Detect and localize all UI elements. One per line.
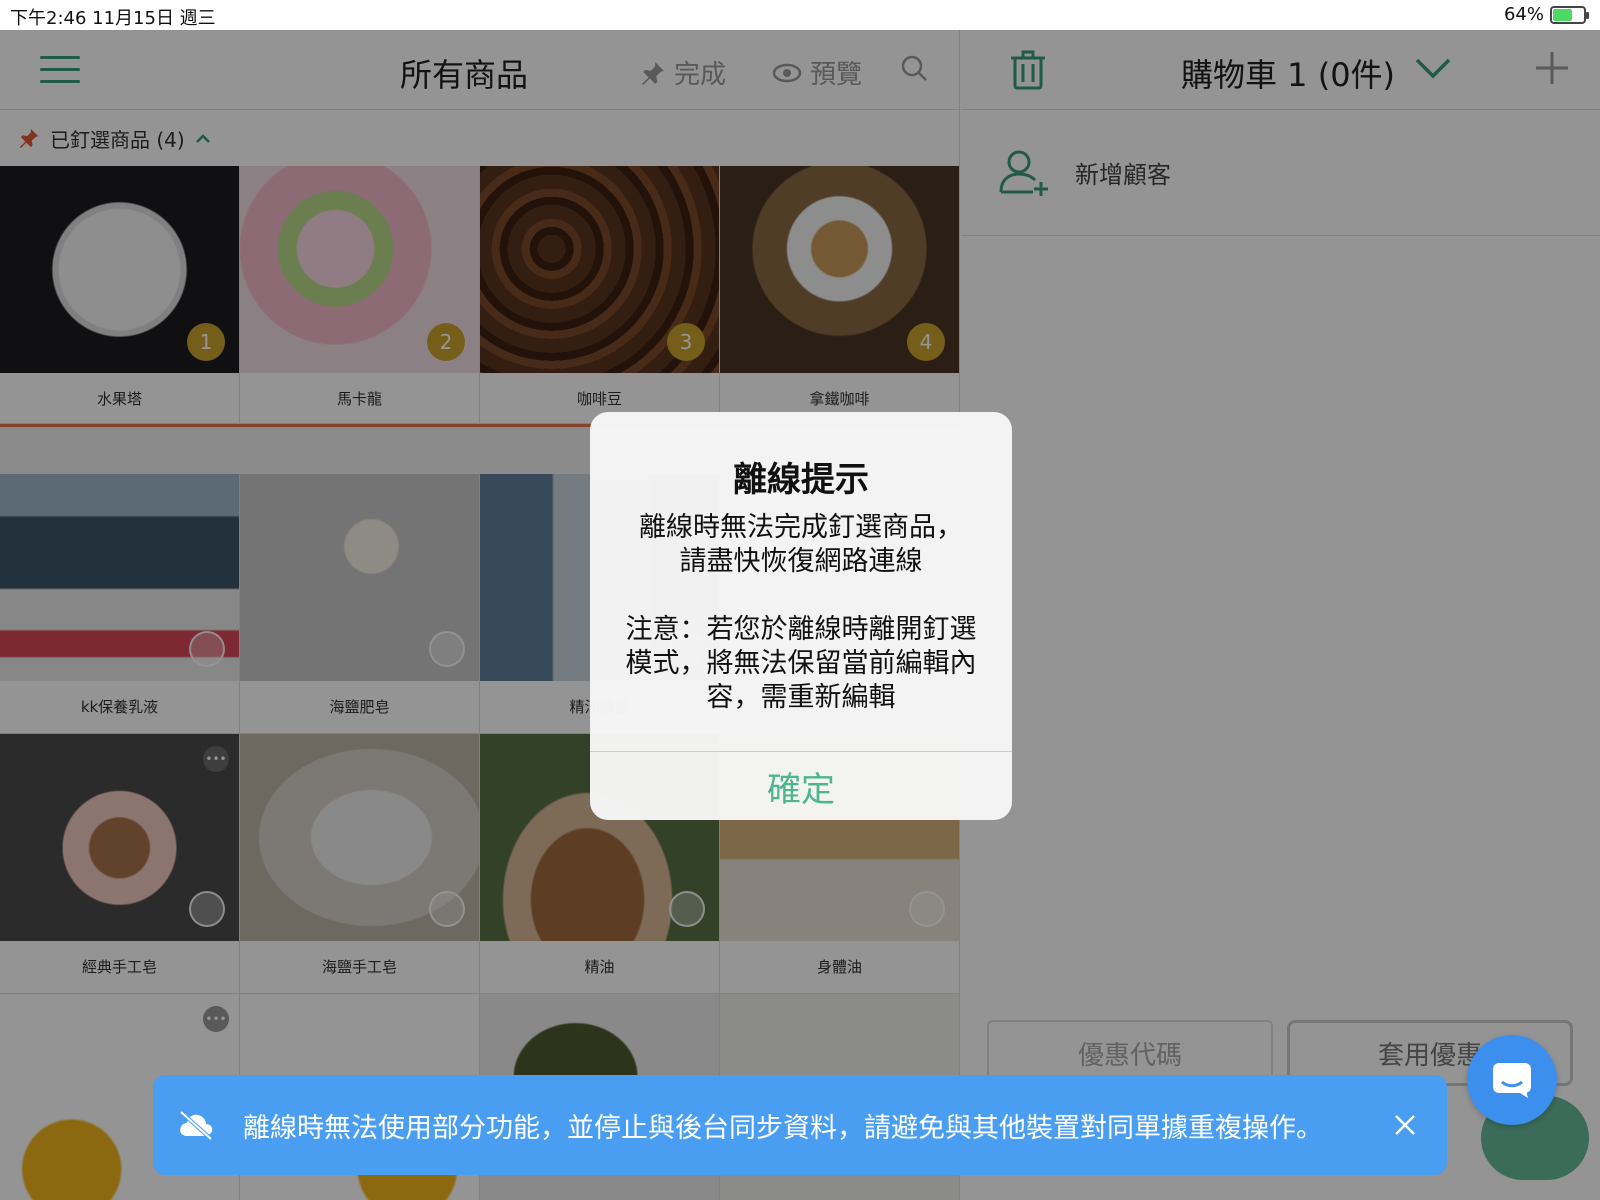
chat-icon (1493, 1063, 1531, 1098)
close-icon (1395, 1115, 1415, 1135)
close-button[interactable] (1375, 1095, 1435, 1155)
dialog-title: 離線提示 (733, 460, 869, 500)
chat-button[interactable] (1467, 1035, 1557, 1125)
status-time: 下午2:46 11月15日 週三 (10, 8, 216, 29)
offline-toast: 離線時無法使用部分功能，並停止與後台同步資料，請避免與其他裝置對同單據重複操作。 (153, 1075, 1447, 1175)
battery-percent: 64% (1503, 4, 1544, 25)
status-right: 64% (1503, 4, 1589, 25)
status-bar: 下午2:46 11月15日 週三 64% (0, 0, 1600, 30)
cloud-offline-icon (179, 1110, 213, 1140)
offline-alert-dialog: 離線提示 離線時無法完成釘選商品， 請盡快恢復網路連線 注意：若您於離線時離開釘… (590, 412, 1012, 820)
confirm-button[interactable]: 確定 (590, 752, 1012, 820)
toast-message: 離線時無法使用部分功能，並停止與後台同步資料，請避免與其他裝置對同單據重複操作。 (243, 1112, 1323, 1144)
battery-level-fill (1553, 8, 1572, 21)
battery-icon (1550, 5, 1589, 24)
dialog-message: 離線時無法完成釘選商品， 請盡快恢復網路連線 注意：若您於離線時離開釘選模式，將… (625, 512, 977, 713)
